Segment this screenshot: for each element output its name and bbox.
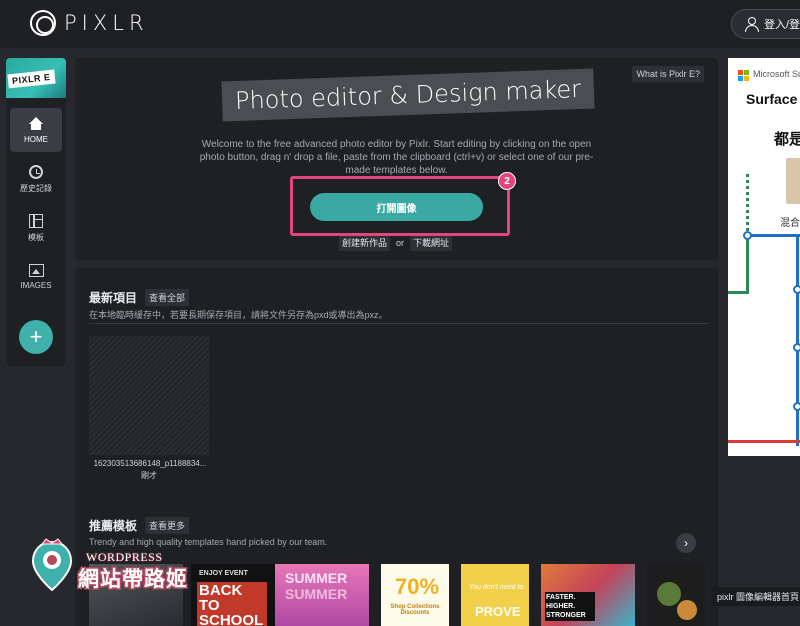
or-text: or xyxy=(396,237,405,248)
home-icon xyxy=(28,116,44,131)
step-badge: 2 xyxy=(498,172,516,190)
map-line-blue-vertical xyxy=(796,236,799,446)
sidebar-item-templates[interactable]: 模板 xyxy=(10,206,62,250)
logo-text: PIXLR xyxy=(64,11,149,35)
template-card-3[interactable]: SUMMER SUMMER xyxy=(275,564,369,626)
template-card-text: PROVE xyxy=(475,604,521,619)
map-station-dot xyxy=(793,285,800,294)
ad-title: Surface L xyxy=(746,91,800,107)
map-station-dot xyxy=(793,343,800,352)
login-button[interactable]: 登入/登 xyxy=(731,9,800,39)
template-card-6[interactable]: FASTER. HIGHER. STRONGER xyxy=(541,564,635,626)
watermark-title: 網站帶路姬 xyxy=(78,568,188,591)
ad-brand: Microsoft Su xyxy=(753,69,800,79)
template-card-text: 70% xyxy=(395,574,440,599)
sidebar-item-label: IMAGES xyxy=(20,281,52,290)
sidebar-item-home[interactable]: HOME xyxy=(10,108,62,152)
map-pin-icon xyxy=(31,538,73,592)
template-card-text: FASTER. HIGHER. STRONGER xyxy=(545,592,595,621)
pixlr-e-brand[interactable]: PIXLR E xyxy=(6,58,66,98)
page-tooltip: pixlr 圖像編輯器首頁 xyxy=(712,587,800,606)
sidebar-item-images[interactable]: IMAGES xyxy=(10,255,62,299)
map-line-red xyxy=(728,440,800,443)
sidebar-item-label: 歷史記錄 xyxy=(20,183,52,193)
hero-title: Photo editor & Design maker xyxy=(221,68,595,122)
hero-description: Welcome to the free advanced photo edito… xyxy=(199,139,594,176)
image-icon xyxy=(28,264,44,277)
template-icon xyxy=(29,213,43,228)
map-line-dotted xyxy=(746,174,749,234)
template-card-4[interactable]: 70% Shop Collections Discounts xyxy=(381,564,449,626)
map-line-green xyxy=(746,238,749,294)
map-line-blue xyxy=(750,234,800,237)
user-icon xyxy=(744,17,759,32)
template-card-sub: ENJOY EVENT xyxy=(199,570,248,577)
template-card-sub: Shop Collections Discounts xyxy=(390,604,440,616)
download-url-link[interactable]: 下載網址 xyxy=(410,234,453,251)
template-card-sub: You don't need to xyxy=(469,584,524,591)
template-card-2[interactable]: ENJOY EVENT BACK TO SCHOOL xyxy=(191,564,285,626)
map-station-dot xyxy=(743,231,752,240)
view-all-button[interactable]: 查看全部 xyxy=(145,289,190,306)
laptop-image xyxy=(786,158,800,204)
food-image-icon xyxy=(677,600,697,620)
login-label: 登入/登 xyxy=(764,19,800,31)
sidebar-item-label: 模板 xyxy=(28,232,44,242)
pixlr-logo-icon xyxy=(30,10,56,36)
template-card-text: SUMMER xyxy=(285,570,348,586)
top-bar: PIXLR 登入/登 xyxy=(0,0,800,48)
site-watermark: WORDPRESS 網站帶路姬 xyxy=(26,532,196,626)
recent-hint: 在本地臨時緩存中，若要長期保存項目，請將文件另存為pxd或導出為pxz。 xyxy=(89,310,388,320)
add-button[interactable]: + xyxy=(19,320,53,354)
next-arrow-button[interactable]: › xyxy=(676,533,696,553)
recent-title: 最新項目 xyxy=(89,291,138,305)
ad-subtitle: 都是 xyxy=(774,131,800,148)
template-card-5[interactable]: You don't need to PROVE xyxy=(461,564,529,626)
microsoft-logo-icon xyxy=(738,70,749,81)
highlight-annotation xyxy=(290,176,510,236)
what-is-pixlr-button[interactable]: What is Pixlr E? xyxy=(632,66,704,82)
hero-links: 創建新作品 or 下載網址 xyxy=(339,234,453,251)
divider xyxy=(89,323,709,324)
recent-section-title: 最新項目 查看全部 xyxy=(89,289,190,306)
template-card-7[interactable] xyxy=(647,564,705,626)
recent-item-thumbnail[interactable] xyxy=(89,336,209,455)
template-card-text: BACK TO SCHOOL xyxy=(197,582,267,626)
recent-item-name: 162303513686148_p1188834... xyxy=(93,459,207,468)
create-new-link[interactable]: 創建新作品 xyxy=(339,234,391,251)
recent-item-time: 剛才 xyxy=(141,471,157,480)
template-card-text-echo: SUMMER xyxy=(285,586,348,602)
brand-tag: PIXLR E xyxy=(7,69,56,89)
map-line-green-horizontal xyxy=(728,291,749,294)
food-image-icon xyxy=(657,582,681,606)
sidebar-item-label: HOME xyxy=(24,134,48,144)
map-station-dot xyxy=(793,402,800,411)
pixlr-logo[interactable]: PIXLR xyxy=(30,10,149,36)
history-icon xyxy=(29,164,43,179)
sidebar-item-history[interactable]: 歷史記錄 xyxy=(10,157,62,201)
ad-label: 混合 xyxy=(780,218,800,229)
advertisement[interactable]: Microsoft Su Surface L 都是 混合 xyxy=(728,58,800,456)
sidebar: PIXLR E HOME 歷史記錄 模板 IMAGES + xyxy=(6,58,66,366)
